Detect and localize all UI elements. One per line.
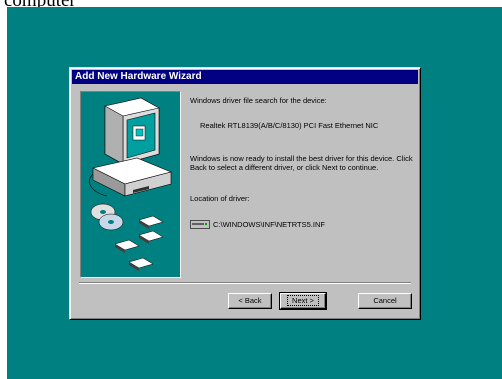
cd-icon (90, 203, 124, 231)
driver-location-row: C:\WINDOWS\INF\NETRTS5.INF (190, 218, 325, 230)
ready-text: Windows is now ready to install the best… (190, 154, 413, 172)
wizard-illustration (80, 91, 181, 278)
cancel-button-label: Cancel (373, 296, 397, 305)
next-button[interactable]: Next > (279, 292, 327, 310)
driver-path: C:\WINDOWS\INF\NETRTS5.INF (213, 219, 325, 229)
computer-illustration (89, 97, 172, 271)
search-label: Windows driver file search for the devic… (190, 96, 327, 105)
next-button-label: Next > (287, 295, 319, 306)
dialog-title[interactable]: Add New Hardware Wizard (72, 70, 418, 84)
location-label: Location of driver: (190, 194, 250, 203)
device-name: Realtek RTL8139(A/B/C/8130) PCI Fast Eth… (200, 121, 379, 130)
wizard-dialog: Add New Hardware Wizard Windows driver f… (69, 67, 421, 320)
computer-icon (89, 97, 172, 197)
drive-icon (190, 219, 210, 229)
cancel-button[interactable]: Cancel (358, 293, 412, 309)
back-button-label: < Back (238, 296, 262, 305)
desktop: Add New Hardware Wizard Windows driver f… (7, 7, 502, 379)
back-button[interactable]: < Back (228, 293, 272, 309)
separator (79, 282, 411, 284)
